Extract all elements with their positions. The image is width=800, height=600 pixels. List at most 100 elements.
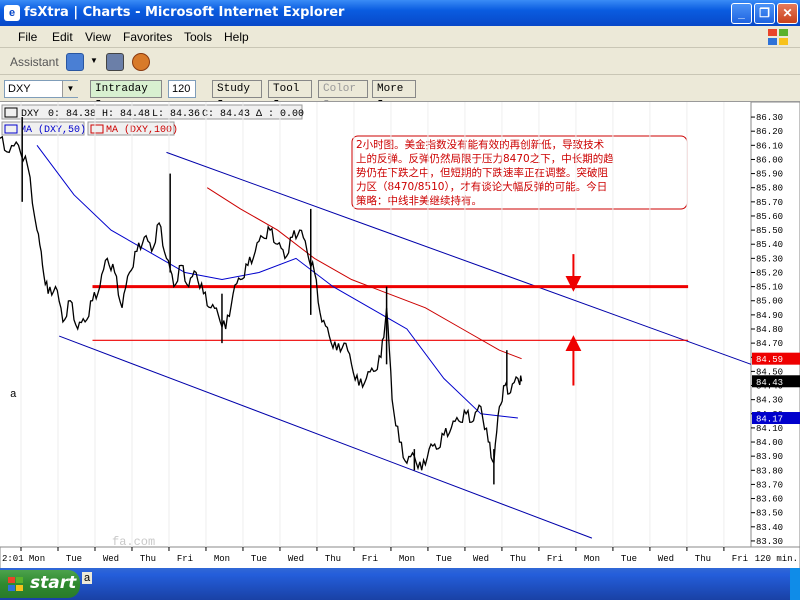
maximize-button[interactable]: ❐ xyxy=(754,3,775,24)
x-tick-label: Wed xyxy=(658,554,674,564)
assistant-label: Assistant xyxy=(10,55,59,69)
y-tick-label: 85.80 xyxy=(756,184,783,194)
x-tick-label: Fri xyxy=(177,554,193,564)
media-icon[interactable] xyxy=(132,53,150,71)
legend-ma100: MA (DXY,100) xyxy=(106,124,178,136)
value-badge-label: 84.59 xyxy=(756,355,783,365)
y-tick-label: 86.30 xyxy=(756,113,783,123)
y-tick-label: 86.00 xyxy=(756,155,783,165)
y-tick-label: 83.90 xyxy=(756,452,783,462)
windows-logo-icon xyxy=(768,29,788,45)
y-tick-label: 86.20 xyxy=(756,127,783,137)
chevron-down-icon[interactable]: ▼ xyxy=(62,81,78,97)
color-menu: Color ▾ xyxy=(318,80,368,109)
y-axis: 83.30 83.40 83.50 83.60 83.70 83.80 83.90 84.00… xyxy=(751,113,783,547)
y-tick-label: 83.50 xyxy=(756,509,783,519)
x-tick-label: Mon xyxy=(584,554,600,564)
windows-flag-icon xyxy=(8,577,23,591)
envelope-icon[interactable] xyxy=(106,53,124,71)
value-badge-label: 84.43 xyxy=(756,378,783,388)
close-button[interactable]: ✕ xyxy=(777,3,798,24)
y-tick-label: 84.30 xyxy=(756,396,783,406)
y-tick-label: 85.40 xyxy=(756,240,783,250)
y-tick-label: 83.60 xyxy=(756,495,783,505)
x-tick-label: Thu xyxy=(325,554,341,564)
y-tick-label: 84.80 xyxy=(756,325,783,335)
x-right-label: 120 min. xyxy=(755,554,798,564)
title-bar: e fsXtra | Charts - Microsoft Internet E… xyxy=(0,0,800,26)
legend-open: 0: 84.38 xyxy=(48,109,96,120)
legend-high: H: 84.48 xyxy=(102,109,150,120)
x-tick-label: Wed xyxy=(473,554,489,564)
legend-ma50: MA (DXY,50) xyxy=(20,124,86,136)
y-tick-label: 83.80 xyxy=(756,466,783,476)
x-tick-label: Wed xyxy=(288,554,304,564)
menu-favorites[interactable]: Favorites xyxy=(123,30,172,44)
y-tick-label: 85.30 xyxy=(756,254,783,264)
annotation-line-3: 势仍在下跌之中，但短期的下跌速率正在调整。突破阻 xyxy=(356,166,608,179)
taskbar: start a xyxy=(0,568,800,600)
start-button[interactable]: start xyxy=(0,570,80,598)
y-tick-label: 85.10 xyxy=(756,283,783,293)
y-tick-label: 85.20 xyxy=(756,268,783,278)
y-tick-label: 84.00 xyxy=(756,438,783,448)
x-tick-label: Fri xyxy=(547,554,563,564)
x-tick-label: Thu xyxy=(695,554,711,564)
bars-input[interactable]: 120 xyxy=(168,80,196,98)
x-tick-label: Thu xyxy=(510,554,526,564)
menu-view[interactable]: View xyxy=(85,30,111,44)
x-tick-label: Tue xyxy=(621,554,637,564)
x-tick-label: Wed xyxy=(103,554,119,564)
y-tick-label: 85.50 xyxy=(756,226,783,236)
quote-legend: DXY 0: 84.38 H: 84.48 L: 84.36 C: 84.43 … xyxy=(1,104,304,120)
ie-icon: e xyxy=(4,5,20,21)
study-menu[interactable]: Study ▾ xyxy=(212,80,262,109)
menu-edit[interactable]: Edit xyxy=(52,30,73,44)
value-badge-label: 84.17 xyxy=(756,415,783,425)
y-tick-label: 85.00 xyxy=(756,297,783,307)
legend-symbol: DXY xyxy=(21,109,39,120)
price-chart[interactable]: DXY 0: 84.38 H: 84.48 L: 84.36 C: 84.43 … xyxy=(0,101,800,570)
y-tick-label: 83.40 xyxy=(756,523,783,533)
y-tick-label: 85.60 xyxy=(756,212,783,222)
annotation-box: 2小时图。美金指数没有能有效的再创新低，导致技术 上的反弹。反弹仍然局限于压力8… xyxy=(351,135,688,210)
y-tick-label: 84.10 xyxy=(756,424,783,434)
taskbar-item[interactable]: a xyxy=(82,572,93,584)
ma-legend: MA (DXY,50) MA (DXY,100) xyxy=(1,121,178,136)
chevron-down-icon[interactable]: ▼ xyxy=(90,56,98,65)
x-tick-label: Fri xyxy=(732,554,748,564)
x-tick-label: Mon xyxy=(399,554,415,564)
y-tick-label: 83.30 xyxy=(756,537,783,547)
tool-menu[interactable]: Tool ▾ xyxy=(268,80,312,109)
assistant-check-icon[interactable] xyxy=(66,53,84,71)
start-label: start xyxy=(30,573,77,593)
x-tick-label: Thu xyxy=(140,554,156,564)
menu-tools[interactable]: Tools xyxy=(184,30,212,44)
y-tick-label: 85.70 xyxy=(756,198,783,208)
y-tick-label: 85.90 xyxy=(756,170,783,180)
annotation-line-1: 2小时图。美金指数没有能有效的再创新低，导致技术 xyxy=(356,138,605,151)
menu-file[interactable]: File xyxy=(18,30,37,44)
interval-select[interactable]: Intraday ▾ xyxy=(90,80,162,109)
y-tick-label: 84.70 xyxy=(756,339,783,349)
side-letter: a xyxy=(10,389,17,401)
menu-help[interactable]: Help xyxy=(224,30,249,44)
menu-bar: File Edit View Favorites Tools Help xyxy=(0,26,800,48)
chart-frame: DXY 0: 84.38 H: 84.48 L: 84.36 C: 84.43 … xyxy=(0,101,800,570)
annotation-line-4: 力区（8470/8510），才有谈论大幅反弹的可能。今日 xyxy=(356,180,607,193)
more-menu[interactable]: More ▾ xyxy=(372,80,416,109)
system-tray xyxy=(790,568,800,600)
chart-toolbar: DXY ▼ Intraday ▾ 120 Study ▾ Tool ▾ Colo… xyxy=(0,77,800,109)
x-tick-label: Fri xyxy=(362,554,378,564)
x-tick-label: Tue xyxy=(436,554,452,564)
minimize-button[interactable]: _ xyxy=(731,3,752,24)
annotation-line-5: 策略：中线非美继续持有。 xyxy=(356,194,482,207)
x-tick-label: Tue xyxy=(66,554,82,564)
assistant-toolbar: Assistant ▼ xyxy=(0,49,800,75)
legend-low: L: 84.36 xyxy=(152,109,200,120)
x-tick-label: Mon xyxy=(29,554,45,564)
x-tick-label: Mon xyxy=(214,554,230,564)
y-tick-label: 86.10 xyxy=(756,141,783,151)
y-tick-label: 83.70 xyxy=(756,480,783,490)
watermark: fa.com xyxy=(112,535,155,549)
